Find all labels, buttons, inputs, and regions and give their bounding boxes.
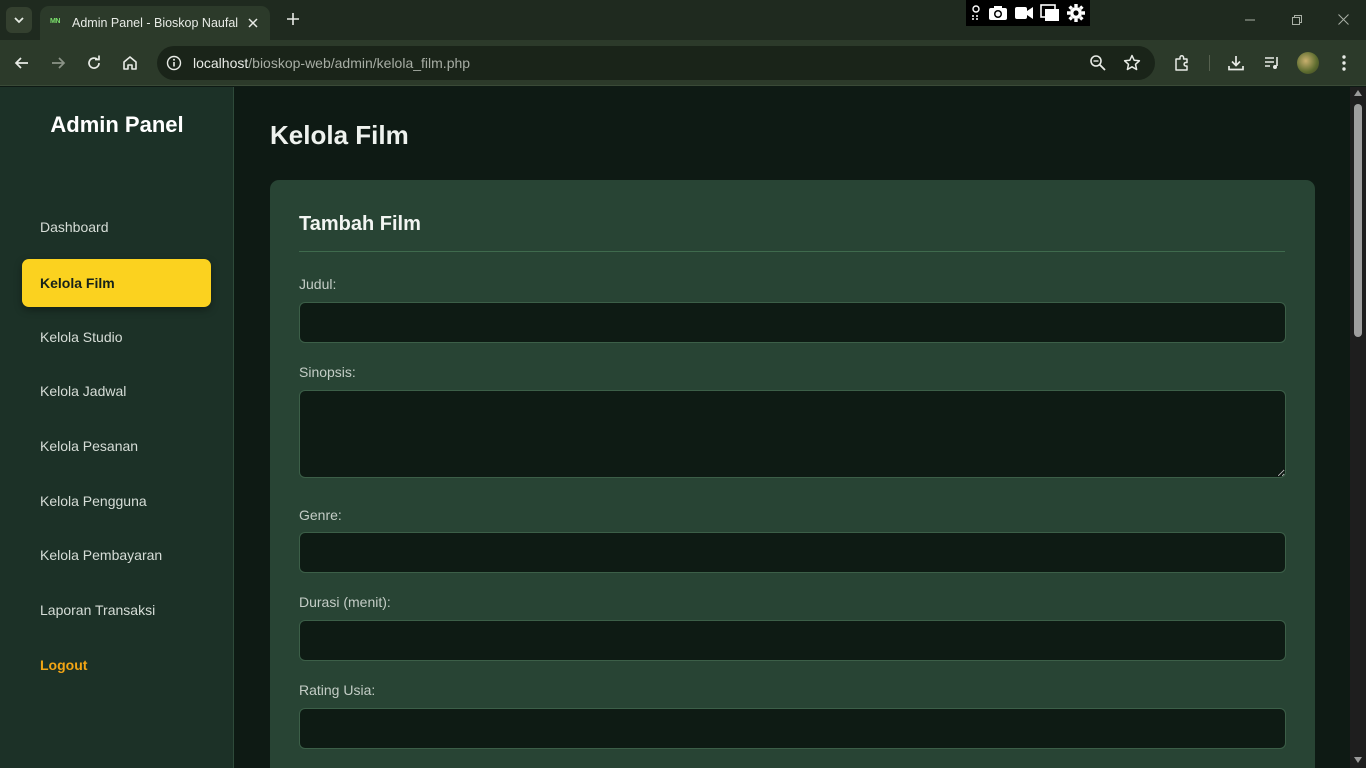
screen-capture-toolbar <box>966 0 1090 26</box>
reload-icon <box>88 55 100 69</box>
sidebar-item-kelola-film[interactable]: Kelola Film <box>22 259 211 307</box>
close-icon <box>248 17 258 28</box>
profile-avatar[interactable] <box>1297 52 1319 74</box>
sidebar-item-laporan-transaksi[interactable]: Laporan Transaksi <box>22 586 211 634</box>
genre-input[interactable] <box>299 532 1286 573</box>
form-divider <box>299 251 1285 252</box>
new-tab-button[interactable] <box>282 8 304 30</box>
extensions-button[interactable] <box>1171 52 1193 74</box>
tab-bar: MN Admin Panel - Bioskop Naufal <box>0 0 1366 40</box>
restore-button[interactable] <box>1287 10 1307 30</box>
bookmark-star-icon[interactable] <box>1123 54 1141 77</box>
plus-icon <box>287 13 299 25</box>
browser-tab[interactable]: MN Admin Panel - Bioskop Naufal <box>40 6 270 40</box>
logout-link[interactable]: Logout <box>22 641 211 689</box>
home-button[interactable] <box>119 52 141 74</box>
home-icon <box>123 56 137 70</box>
page-viewport: Admin Panel Dashboard Kelola Film Kelola… <box>0 87 1350 768</box>
sidebar-brand: Admin Panel <box>50 112 184 137</box>
scroll-down-arrow-icon[interactable] <box>1354 757 1362 763</box>
form-title: Tambah Film <box>299 213 421 235</box>
judul-input[interactable] <box>299 302 1286 343</box>
sidebar-item-kelola-studio[interactable]: Kelola Studio <box>22 313 211 361</box>
sidebar-item-kelola-pesanan[interactable]: Kelola Pesanan <box>22 422 211 470</box>
zoom-icon[interactable] <box>1089 54 1107 77</box>
minimize-icon <box>1245 19 1255 21</box>
pin-icon[interactable] <box>970 3 982 23</box>
sinopsis-textarea[interactable] <box>299 390 1286 478</box>
rating-usia-label: Rating Usia: <box>299 682 376 698</box>
back-button[interactable] <box>11 52 33 74</box>
forward-button[interactable] <box>47 52 69 74</box>
browser-menu-button[interactable] <box>1333 52 1355 74</box>
site-info-icon[interactable] <box>165 54 183 72</box>
scrollbar-thumb[interactable] <box>1354 104 1362 337</box>
close-window-button[interactable] <box>1333 10 1353 30</box>
page-title: Kelola Film <box>270 120 409 150</box>
download-icon <box>1228 56 1244 71</box>
url-bar[interactable]: localhost/bioskop-web/admin/kelola_film.… <box>157 46 1155 80</box>
durasi-input[interactable] <box>299 620 1286 661</box>
scroll-up-arrow-icon[interactable] <box>1354 90 1362 96</box>
sidebar-item-kelola-pengguna[interactable]: Kelola Pengguna <box>22 477 211 525</box>
add-film-form: Tambah Film Judul: Sinopsis: Genre: Dura… <box>270 180 1315 768</box>
tab-title: Admin Panel - Bioskop Naufal <box>72 16 239 30</box>
video-camera-icon[interactable] <box>1014 3 1034 23</box>
url-text[interactable]: localhost/bioskop-web/admin/kelola_film.… <box>193 55 470 71</box>
media-control-button[interactable] <box>1261 52 1283 74</box>
sidebar-item-kelola-pembayaran[interactable]: Kelola Pembayaran <box>22 531 211 579</box>
gear-icon[interactable] <box>1066 3 1086 23</box>
address-toolbar: localhost/bioskop-web/admin/kelola_film.… <box>0 40 1366 86</box>
sidebar: Admin Panel Dashboard Kelola Film Kelola… <box>0 87 234 768</box>
minimize-button[interactable] <box>1240 10 1260 30</box>
rating-usia-input[interactable] <box>299 708 1286 749</box>
downloads-button[interactable] <box>1225 52 1247 74</box>
tab-search-button[interactable] <box>6 7 32 33</box>
camera-icon[interactable] <box>988 3 1008 23</box>
close-tab-button[interactable] <box>244 15 262 32</box>
reload-button[interactable] <box>83 52 105 74</box>
toolbar-separator <box>1209 55 1210 71</box>
restore-icon <box>1292 15 1302 25</box>
close-icon <box>1337 14 1349 25</box>
sinopsis-label: Sinopsis: <box>299 364 356 380</box>
sidebar-item-dashboard[interactable]: Dashboard <box>22 203 211 251</box>
puzzle-icon <box>1175 54 1188 71</box>
durasi-label: Durasi (menit): <box>299 594 391 610</box>
window-capture-icon[interactable] <box>1040 3 1060 23</box>
page-scrollbar[interactable] <box>1350 87 1366 768</box>
sidebar-item-kelola-jadwal[interactable]: Kelola Jadwal <box>22 367 211 415</box>
main-content: Kelola Film Tambah Film Judul: Sinopsis:… <box>234 87 1350 768</box>
arrow-left-icon <box>14 57 28 69</box>
arrow-right-icon <box>52 57 66 69</box>
url-host: localhost <box>193 55 249 71</box>
genre-label: Genre: <box>299 507 342 523</box>
url-path: /bioskop-web/admin/kelola_film.php <box>248 55 471 71</box>
chevron-down-icon <box>14 17 24 24</box>
favicon-icon: MN <box>50 18 60 25</box>
judul-label: Judul: <box>299 276 337 292</box>
playlist-music-icon <box>1265 57 1278 69</box>
more-vertical-icon <box>1342 55 1346 71</box>
